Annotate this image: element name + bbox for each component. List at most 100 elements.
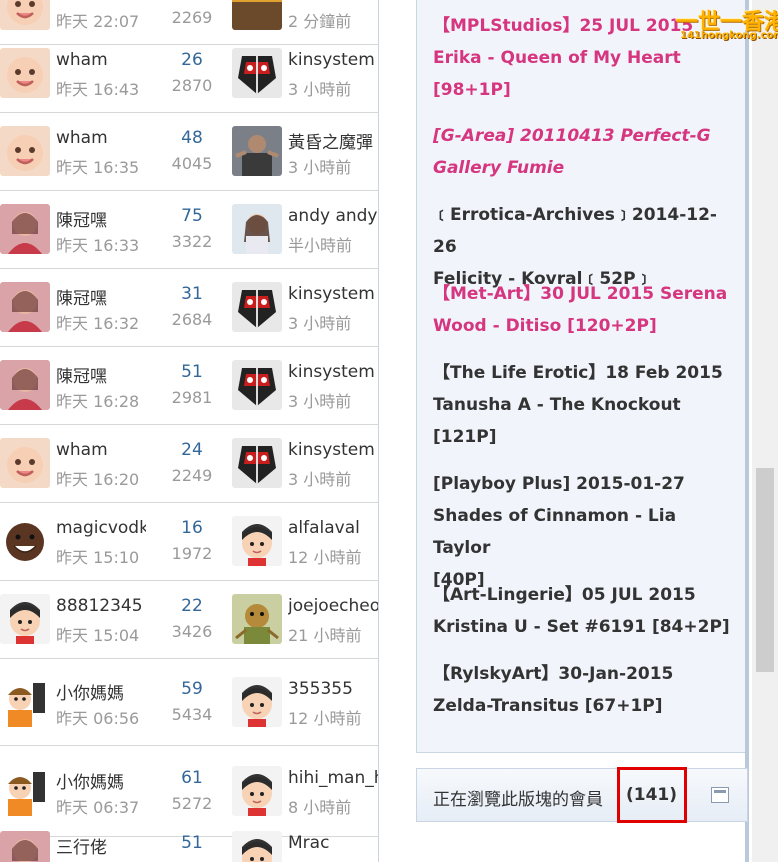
last-poster-avatar[interactable]: [232, 126, 282, 176]
last-poster-avatar[interactable]: [232, 594, 282, 644]
last-poster-name[interactable]: kinsystem: [288, 362, 378, 382]
last-poster-name[interactable]: kinsystem: [288, 440, 378, 460]
last-poster-name[interactable]: 黃昏之魔彈: [288, 128, 378, 153]
reply-count[interactable]: 51: [162, 833, 222, 853]
last-post-time: 8 小時前: [288, 798, 352, 817]
last-poster-avatar[interactable]: [232, 48, 282, 98]
reply-count[interactable]: 48: [162, 128, 222, 148]
thread-row[interactable]: 陳冠嘿 昨天 16:28 51 2981 kinsystem 3 小時前: [0, 346, 378, 425]
logo-domain: 141hongkong.com: [680, 30, 778, 41]
author-name[interactable]: 小你媽媽: [56, 768, 146, 793]
last-poster-avatar[interactable]: [232, 0, 282, 30]
author-name[interactable]: 陳冠嘿: [56, 362, 146, 387]
thread-row[interactable]: 88812345 昨天 15:04 22 3426 joejoecheor 21 小時前: [0, 580, 378, 659]
scrollbar-thumb[interactable]: [756, 468, 774, 672]
last-poster-avatar[interactable]: [232, 282, 282, 332]
author-name[interactable]: 陳冠嘿: [56, 206, 146, 231]
latest-thread-link[interactable]: 【RylskyArt】30-Jan-2015 Zelda-Transitus [6…: [433, 658, 738, 722]
scrollbar-track[interactable]: [752, 0, 778, 862]
author-avatar[interactable]: [0, 831, 50, 862]
collapse-icon[interactable]: [711, 787, 729, 803]
last-poster-name[interactable]: alfalaval: [288, 518, 378, 538]
latest-thread-link[interactable]: [Playboy Plus] 2015-01-27 Shades of Cinna…: [433, 468, 738, 596]
author-avatar[interactable]: [0, 594, 50, 644]
post-time: 昨天 15:04: [56, 626, 140, 645]
author-avatar[interactable]: [0, 48, 50, 98]
last-poster-name[interactable]: andy andy: [288, 206, 378, 226]
last-poster-avatar[interactable]: [232, 677, 282, 727]
latest-thread-link[interactable]: 【Art-Lingerie】05 JUL 2015 Kristina U - Se…: [433, 579, 738, 643]
panel-border: [745, 0, 749, 862]
author-avatar[interactable]: [0, 282, 50, 332]
author-avatar[interactable]: [0, 0, 50, 30]
author-name[interactable]: magicvodka: [56, 518, 146, 538]
view-count: 2981: [171, 388, 213, 407]
view-count: 3426: [171, 622, 213, 641]
reply-count[interactable]: 75: [162, 206, 222, 226]
author-avatar[interactable]: [0, 766, 50, 816]
thread-title-line: [121P]: [433, 427, 497, 447]
thread-row[interactable]: 小你媽媽 昨天 06:56 59 5434 355355 12 小時前: [0, 658, 378, 746]
last-poster-avatar[interactable]: [232, 360, 282, 410]
last-post-time: 3 小時前: [288, 392, 352, 411]
author-avatar[interactable]: [0, 360, 50, 410]
view-count: 4045: [171, 154, 213, 173]
reply-count[interactable]: 26: [162, 50, 222, 70]
thread-title-line: ﹝Errotica-Archives﹞2014-12-26: [433, 205, 717, 257]
reply-count[interactable]: 24: [162, 440, 222, 460]
thread-row[interactable]: 小你媽媽 昨天 06:37 61 5272 hihi_man_h 8 小時前: [0, 745, 378, 837]
reply-count[interactable]: 22: [162, 596, 222, 616]
reply-count[interactable]: 59: [162, 679, 222, 699]
author-avatar[interactable]: [0, 516, 50, 566]
site-logo[interactable]: 一世一香港 141hongkong.com: [676, 4, 778, 46]
latest-thread-link[interactable]: [G-Area] 20110413 Perfect-G Gallery Fumie: [433, 120, 738, 184]
last-poster-avatar[interactable]: [232, 516, 282, 566]
last-poster-avatar[interactable]: [232, 831, 282, 862]
author-avatar[interactable]: [0, 204, 50, 254]
thread-row[interactable]: 陳冠嘿 昨天 16:32 31 2684 kinsystem 3 小時前: [0, 268, 378, 347]
thread-title-line: 【Met-Art】30 JUL 2015 Serena: [433, 284, 728, 304]
thread-title-line: [G-Area] 20110413 Perfect-G: [433, 126, 711, 146]
author-name[interactable]: wham: [56, 128, 146, 148]
author-avatar[interactable]: [0, 438, 50, 488]
reply-count[interactable]: 16: [162, 518, 222, 538]
latest-thread-link[interactable]: 【The Life Erotic】18 Feb 2015 Tanusha A - …: [433, 357, 738, 453]
last-poster-avatar[interactable]: [232, 204, 282, 254]
post-time: 昨天 22:07: [56, 12, 140, 31]
author-name[interactable]: wham: [56, 50, 146, 70]
author-name[interactable]: 陳冠嘿: [56, 284, 146, 309]
author-name[interactable]: 三行佬: [56, 833, 146, 858]
thread-title-line: [Playboy Plus] 2015-01-27: [433, 474, 685, 494]
last-post-time: 2 分鐘前: [288, 12, 352, 31]
reply-count[interactable]: 61: [162, 768, 222, 788]
view-count: 2249: [171, 466, 213, 485]
last-poster-name[interactable]: joejoecheor: [288, 596, 378, 616]
thread-row[interactable]: wham 昨天 16:20 24 2249 kinsystem 3 小時前: [0, 424, 378, 503]
online-members-label: 正在瀏覽此版塊的會員: [433, 790, 603, 810]
author-name[interactable]: 88812345: [56, 596, 146, 616]
last-poster-name[interactable]: kinsystem: [288, 50, 378, 70]
last-poster-name[interactable]: kinsystem: [288, 284, 378, 304]
thread-row[interactable]: 陳冠嘿 昨天 16:33 75 3322 andy andy 半小時前: [0, 190, 378, 269]
thread-row[interactable]: magicvodka 昨天 15:10 16 1972 alfalaval 12 小時前: [0, 502, 378, 581]
thread-title-line: Gallery Fumie: [433, 158, 565, 178]
thread-title-line: [98+1P]: [433, 80, 511, 100]
last-poster-name[interactable]: hihi_man_h: [288, 768, 378, 788]
thread-row[interactable]: wham 昨天 16:43 26 2870 kinsystem 3 小時前: [0, 34, 378, 113]
thread-row[interactable]: wham 昨天 16:35 48 4045 黃昏之魔彈 3 小時前: [0, 112, 378, 191]
last-poster-name[interactable]: 355355: [288, 679, 378, 699]
latest-thread-link[interactable]: 【Met-Art】30 JUL 2015 Serena Wood - Ditiso…: [433, 278, 738, 342]
last-poster-avatar[interactable]: [232, 438, 282, 488]
reply-count[interactable]: 51: [162, 362, 222, 382]
post-time: 昨天 06:56: [56, 709, 140, 728]
author-avatar[interactable]: [0, 677, 50, 727]
last-poster-name[interactable]: Mrac: [288, 833, 378, 853]
online-members-bar[interactable]: 正在瀏覽此版塊的會員 (141): [416, 768, 748, 822]
last-post-time: 3 小時前: [288, 470, 352, 489]
author-avatar[interactable]: [0, 126, 50, 176]
reply-count[interactable]: 31: [162, 284, 222, 304]
author-name[interactable]: wham: [56, 440, 146, 460]
thread-row[interactable]: 三行佬 51 Mrac: [0, 831, 378, 862]
author-name[interactable]: 小你媽媽: [56, 679, 146, 704]
last-poster-avatar[interactable]: [232, 766, 282, 816]
